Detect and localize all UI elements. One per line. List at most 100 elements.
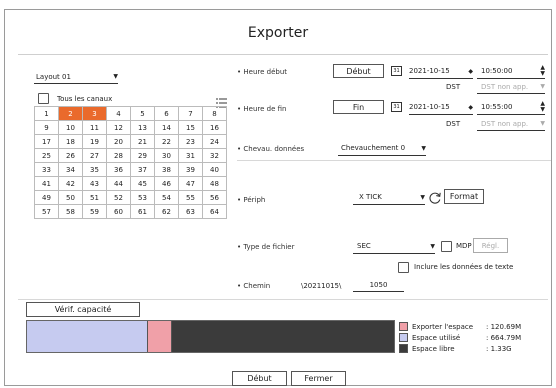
calendar-icon[interactable]: 31 (391, 66, 402, 76)
filetype-label: Type de fichier (243, 243, 295, 251)
list-view-icon[interactable] (216, 93, 227, 108)
include-text-label: Inclure les données de texte (414, 263, 514, 271)
channel-cell[interactable]: 42 (58, 176, 83, 191)
channel-cell[interactable]: 38 (154, 162, 179, 177)
channel-cell[interactable]: 54 (154, 190, 179, 205)
channel-cell[interactable]: 59 (82, 204, 107, 219)
layout-dropdown[interactable]: Layout 01 ▼ (34, 70, 118, 84)
channel-cell[interactable]: 33 (34, 162, 59, 177)
channel-cell[interactable]: 34 (58, 162, 83, 177)
channel-cell[interactable]: 50 (58, 190, 83, 205)
channel-cell[interactable]: 18 (58, 134, 83, 149)
all-channels-checkbox-row[interactable]: Tous les canaux (38, 93, 112, 104)
mdp-label: MDP (456, 242, 472, 250)
channel-cell[interactable]: 16 (202, 120, 227, 135)
channel-cell[interactable]: 23 (178, 134, 203, 149)
channel-row: 17 18 19 20 21 22 23 24 (34, 134, 227, 149)
channel-cell[interactable]: 17 (34, 134, 59, 149)
start-dst-dropdown[interactable]: DST non app. ▼ (477, 80, 545, 94)
channel-cell[interactable]: 6 (154, 106, 179, 121)
regl-button[interactable]: Régl. (473, 238, 508, 253)
channel-cell[interactable]: 40 (202, 162, 227, 177)
channel-cell[interactable]: 41 (34, 176, 59, 191)
channel-cell[interactable]: 29 (130, 148, 155, 163)
dialog-title: Exporter (247, 25, 309, 41)
channel-cell[interactable]: 26 (58, 148, 83, 163)
channel-cell[interactable]: 60 (106, 204, 131, 219)
start-time-button[interactable]: Début (333, 64, 384, 78)
channel-cell[interactable]: 52 (106, 190, 131, 205)
channel-cell[interactable]: 19 (82, 134, 107, 149)
channel-cell[interactable]: 3 (82, 106, 107, 121)
channel-cell[interactable]: 22 (154, 134, 179, 149)
channel-cell[interactable]: 2 (58, 106, 83, 121)
channel-cell[interactable]: 62 (154, 204, 179, 219)
channel-cell[interactable]: 63 (178, 204, 203, 219)
channel-cell[interactable]: 37 (130, 162, 155, 177)
channel-cell[interactable]: 9 (34, 120, 59, 135)
channel-cell[interactable]: 30 (154, 148, 179, 163)
path-input[interactable]: 1050 (353, 278, 404, 292)
format-button[interactable]: Format (444, 189, 484, 204)
channel-cell[interactable]: 36 (106, 162, 131, 177)
channel-cell[interactable]: 11 (82, 120, 107, 135)
start-time-field[interactable]: 10:50:00 ▲ ▼ (477, 64, 545, 79)
channel-cell[interactable]: 61 (130, 204, 155, 219)
channel-cell[interactable]: 39 (178, 162, 203, 177)
end-dst-dropdown[interactable]: DST non app. ▼ (477, 117, 545, 131)
channel-cell[interactable]: 14 (154, 120, 179, 135)
channel-cell[interactable]: 49 (34, 190, 59, 205)
channel-cell[interactable]: 5 (130, 106, 155, 121)
check-capacity-button[interactable]: Vérif. capacité (26, 302, 140, 317)
channel-cell[interactable]: 7 (178, 106, 203, 121)
channel-cell[interactable]: 53 (130, 190, 155, 205)
mdp-checkbox[interactable] (441, 241, 452, 252)
channel-cell[interactable]: 48 (202, 176, 227, 191)
channel-cell[interactable]: 46 (154, 176, 179, 191)
channel-cell[interactable]: 25 (34, 148, 59, 163)
channel-cell[interactable]: 31 (178, 148, 203, 163)
channel-cell[interactable]: 1 (34, 106, 59, 121)
channel-cell[interactable]: 55 (178, 190, 203, 205)
channel-cell[interactable]: 51 (82, 190, 107, 205)
calendar-icon[interactable]: 31 (391, 102, 402, 112)
filetype-dropdown[interactable]: SEC ▼ (353, 239, 435, 254)
channel-cell[interactable]: 13 (130, 120, 155, 135)
channel-cell[interactable]: 58 (58, 204, 83, 219)
channel-cell[interactable]: 24 (202, 134, 227, 149)
refresh-icon[interactable] (428, 190, 442, 204)
channel-cell[interactable]: 15 (178, 120, 203, 135)
channel-cell[interactable]: 10 (58, 120, 83, 135)
end-date-field[interactable]: 2021-10-15 ◆ (409, 100, 473, 115)
channel-cell[interactable]: 27 (82, 148, 107, 163)
channel-cell[interactable]: 20 (106, 134, 131, 149)
chevron-down-icon: ▼ (420, 193, 425, 201)
channel-row: 33 34 35 36 37 38 39 40 (34, 162, 227, 177)
channel-cell[interactable]: 64 (202, 204, 227, 219)
start-date-field[interactable]: 2021-10-15 ◆ (409, 64, 473, 79)
include-text-checkbox[interactable] (398, 262, 409, 273)
channel-cell[interactable]: 12 (106, 120, 131, 135)
channel-cell[interactable]: 35 (82, 162, 107, 177)
time-spin-icon[interactable]: ▲ ▼ (540, 101, 545, 113)
start-export-button[interactable]: Début (232, 371, 287, 386)
channel-cell[interactable]: 44 (106, 176, 131, 191)
channel-cell[interactable]: 32 (202, 148, 227, 163)
all-channels-checkbox[interactable] (38, 93, 49, 104)
end-time-button[interactable]: Fin (333, 100, 384, 114)
time-spin-icon[interactable]: ▲ ▼ (540, 65, 545, 77)
channel-cell[interactable]: 8 (202, 106, 227, 121)
channel-cell[interactable]: 28 (106, 148, 131, 163)
end-time-field[interactable]: 10:55:00 ▲ ▼ (477, 100, 545, 115)
channel-cell[interactable]: 43 (82, 176, 107, 191)
channel-cell[interactable]: 21 (130, 134, 155, 149)
close-button[interactable]: Fermer (291, 371, 346, 386)
channel-cell[interactable]: 45 (130, 176, 155, 191)
channel-cell[interactable]: 4 (106, 106, 131, 121)
date-spin-icon: ◆ (468, 67, 473, 75)
overlap-dropdown[interactable]: Chevauchement 0 ▼ (338, 141, 426, 156)
channel-cell[interactable]: 57 (34, 204, 59, 219)
channel-cell[interactable]: 56 (202, 190, 227, 205)
device-dropdown[interactable]: X TICK ▼ (353, 190, 425, 205)
channel-cell[interactable]: 47 (178, 176, 203, 191)
